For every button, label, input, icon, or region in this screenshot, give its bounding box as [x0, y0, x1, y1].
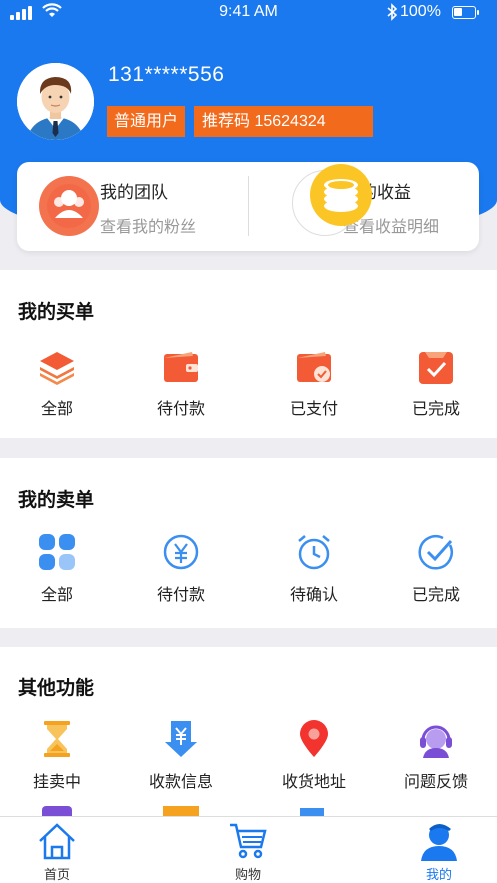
feedback-button[interactable]: 问题反馈 [374, 720, 497, 800]
user-phone: 131*****556 [108, 63, 225, 86]
bottom-tab-bar: 首页 购物 我的 [0, 816, 497, 883]
sell-completed-button[interactable]: 已完成 [374, 533, 497, 613]
status-bar: 9:41 AM 100% [0, 0, 497, 26]
buy-pending-payment-label: 待付款 [156, 401, 205, 418]
grid-icon [39, 534, 75, 570]
headset-icon [420, 725, 452, 758]
hourglass-icon [44, 721, 70, 757]
sell-all-button[interactable]: 全部 [0, 533, 119, 613]
my-team-subtitle: 查看我的粉丝 [100, 219, 197, 236]
other-functions-section: 其他功能 挂卖中 收款信息 收货地址 问题反馈 [0, 647, 497, 818]
coins-icon [310, 164, 372, 226]
yuan-download-icon [165, 721, 197, 757]
layers-icon [40, 352, 74, 385]
paid-wallet-icon [297, 352, 331, 382]
summary-card: 我的团队 查看我的粉丝 我的收益 查看收益明细 [17, 162, 479, 251]
user-icon [421, 824, 457, 861]
check-box-icon [419, 352, 453, 384]
buy-orders-section: 我的买单 全部 待付款 已支付 已完成 [0, 270, 497, 438]
home-icon [39, 823, 75, 860]
buy-all-label: 全部 [40, 401, 73, 418]
sell-all-label: 全部 [40, 587, 73, 604]
tab-shop-label: 购物 [234, 867, 261, 882]
buy-paid-label: 已支付 [289, 401, 338, 418]
buy-paid-button[interactable]: 已支付 [252, 348, 376, 428]
sell-pending-payment-button[interactable]: 待付款 [119, 533, 243, 613]
buy-completed-button[interactable]: 已完成 [374, 348, 497, 428]
tab-home[interactable]: 首页 [0, 817, 119, 883]
payment-info-label: 收款信息 [148, 774, 213, 791]
location-pin-icon [300, 720, 328, 757]
other-functions-title: 其他功能 [18, 678, 95, 699]
sell-orders-title: 我的卖单 [18, 490, 95, 511]
user-avatar-icon [17, 63, 94, 140]
avatar[interactable] [17, 63, 94, 140]
battery-icon [452, 6, 479, 19]
battery-percent: 100% [400, 3, 441, 20]
sell-orders-section: 我的卖单 全部 待付款 待确认 已完成 [0, 458, 497, 628]
cart-icon [230, 823, 267, 859]
listing-button[interactable]: 挂卖中 [0, 720, 119, 800]
sell-awaiting-confirm-label: 待确认 [289, 587, 338, 604]
alarm-clock-icon [298, 535, 330, 570]
my-team-entry[interactable]: 我的团队 查看我的粉丝 [17, 162, 248, 251]
feedback-label: 问题反馈 [403, 774, 468, 791]
tab-home-label: 首页 [43, 867, 70, 882]
sell-awaiting-confirm-button[interactable]: 待确认 [252, 533, 376, 613]
user-type-badge: 普通用户 [107, 106, 185, 137]
yuan-circle-icon [163, 534, 199, 570]
team-icon [39, 176, 99, 236]
referral-code-badge[interactable]: 推荐码 15624324 [194, 106, 373, 137]
payment-info-button[interactable]: 收款信息 [119, 720, 243, 800]
buy-completed-label: 已完成 [411, 401, 460, 418]
shipping-address-button[interactable]: 收货地址 [252, 720, 376, 800]
shipping-address-label: 收货地址 [281, 774, 346, 791]
bluetooth-icon [387, 3, 398, 21]
check-circle-icon [418, 535, 453, 570]
buy-all-button[interactable]: 全部 [0, 348, 119, 428]
buy-orders-title: 我的买单 [18, 302, 95, 323]
wallet-icon [164, 352, 198, 382]
buy-pending-payment-button[interactable]: 待付款 [119, 348, 243, 428]
sell-pending-payment-label: 待付款 [156, 587, 205, 604]
tab-mine-label: 我的 [425, 867, 452, 882]
sell-completed-label: 已完成 [411, 587, 460, 604]
my-team-title: 我的团队 [100, 183, 168, 202]
listing-label: 挂卖中 [32, 774, 81, 791]
tab-mine[interactable]: 我的 [377, 817, 497, 883]
my-earnings-entry[interactable]: 我的收益 查看收益明细 [248, 162, 479, 251]
tab-shop[interactable]: 购物 [186, 817, 310, 883]
